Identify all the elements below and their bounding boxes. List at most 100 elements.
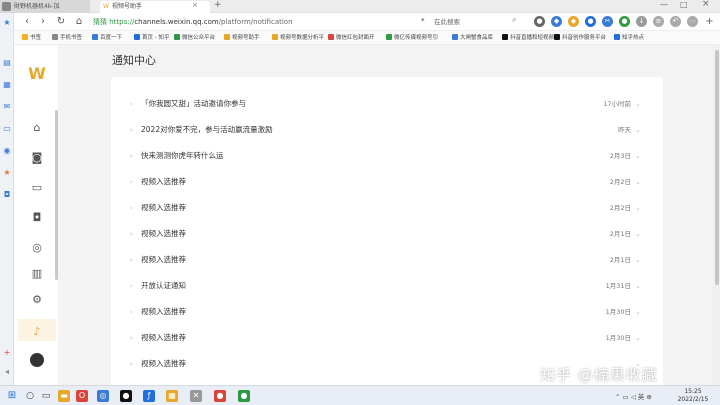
home-browser-icon[interactable]: ⌂: [72, 15, 86, 29]
rail-mail-icon[interactable]: ✉: [3, 103, 11, 111]
notification-row[interactable]: › 视频入选推荐 1月30日 ⌄: [111, 325, 663, 351]
bookmark-label: 微亿传媒视频号引: [394, 35, 439, 41]
notification-row[interactable]: › 快来测测你虎年转什么运 2月3日 ⌄: [111, 143, 663, 169]
bookmark-item[interactable]: 书签: [22, 33, 41, 43]
notification-row[interactable]: › 视频入选推荐 1月30日 ⌄: [111, 299, 663, 325]
bookmark-item[interactable]: 知乎热点: [614, 33, 644, 43]
bag-icon[interactable]: ◘: [30, 211, 44, 225]
rail-monitor-icon[interactable]: ▭: [3, 125, 11, 133]
chevron-down-icon[interactable]: ⌄: [635, 98, 641, 110]
reload-icon[interactable]: ↻: [54, 15, 68, 29]
grid-app-icon[interactable]: ✕: [190, 390, 202, 402]
download-icon[interactable]: ↓: [636, 16, 647, 27]
notification-row[interactable]: › 开放认证通知 1月31日 ⌄: [111, 273, 663, 299]
task-view-icon[interactable]: ▭: [40, 390, 52, 402]
rail-star-icon[interactable]: ★: [3, 19, 11, 27]
extension-icon[interactable]: ●: [534, 16, 545, 27]
shield-icon[interactable]: ●: [619, 16, 630, 27]
task-search-icon[interactable]: ○: [24, 390, 36, 402]
bookmark-item[interactable]: 百度一下: [92, 33, 122, 43]
screenshot-icon[interactable]: ✂: [602, 16, 613, 27]
wechat-icon[interactable]: ●: [238, 390, 250, 402]
rail-game-icon[interactable]: ◘: [3, 191, 11, 199]
window-tab[interactable]: 財野机器机4k-加: [0, 0, 90, 13]
forward-icon[interactable]: ›: [36, 15, 50, 29]
gear-icon[interactable]: ⚙: [30, 293, 44, 307]
bookmark-item[interactable]: 视频号助手: [224, 33, 260, 43]
bookmark-item[interactable]: 抖音创作服务平台: [554, 33, 606, 43]
maximize-icon[interactable]: □: [680, 0, 688, 9]
bookmark-item[interactable]: 视频号数据分析平: [272, 33, 324, 43]
chevron-down-icon[interactable]: ⌄: [635, 124, 641, 136]
gamepad-icon[interactable]: ◆: [568, 16, 579, 27]
rail-collapse-icon[interactable]: ◂: [3, 368, 11, 376]
tab-close-icon[interactable]: ×: [192, 1, 198, 9]
red-app-icon[interactable]: ●: [214, 390, 226, 402]
chevron-down-icon[interactable]: ⌄: [635, 332, 641, 344]
chevron-down-icon[interactable]: ⌄: [635, 150, 641, 162]
qq-icon[interactable]: ●: [120, 390, 132, 402]
profile-avatar[interactable]: [2, 2, 11, 11]
notification-row[interactable]: › 视频入选推荐 2月1日 ⌄: [111, 221, 663, 247]
page-scrollbar-thumb[interactable]: [715, 50, 719, 285]
search-input[interactable]: 在此搜索: [434, 16, 534, 28]
rail-add-icon[interactable]: +: [3, 349, 11, 357]
tiles-icon[interactable]: ▦: [166, 390, 178, 402]
notification-row[interactable]: › 视频入选推荐 2月1日 ⌄: [111, 247, 663, 273]
settings-icon[interactable]: ≡: [653, 16, 664, 27]
chart-icon[interactable]: ▥: [30, 267, 44, 281]
chevron-down-icon[interactable]: ⌄: [635, 254, 641, 266]
menu-icon[interactable]: ⋯: [687, 16, 698, 27]
search-engine-icon[interactable]: ▾: [421, 16, 425, 24]
rail-star2-icon[interactable]: ★: [3, 169, 11, 177]
notification-row[interactable]: › 「你我圆又甜」活动邀请你参与 17小时前 ⌄: [111, 91, 663, 117]
home-icon[interactable]: ⌂: [30, 121, 44, 135]
search-icon[interactable]: ⌕: [512, 15, 516, 25]
bookmark-item[interactable]: 手机书签: [52, 33, 82, 43]
rail-book-icon[interactable]: ▤: [3, 59, 11, 67]
chevron-down-icon[interactable]: ⌄: [635, 176, 641, 188]
user-avatar[interactable]: [30, 353, 44, 367]
chevron-down-icon[interactable]: ⌄: [635, 202, 641, 214]
url-field[interactable]: 猜猜 https://channels.weixin.qq.com/platfo…: [93, 16, 353, 28]
bell-icon[interactable]: ♪: [30, 325, 44, 339]
taskbar-clock[interactable]: 15:25 2022/2/15: [670, 388, 716, 404]
back-icon[interactable]: ‹: [20, 15, 34, 29]
new-tab-icon[interactable]: +: [214, 0, 222, 10]
notification-row[interactable]: › 视频入选推荐 2月2日 ⌄: [111, 169, 663, 195]
bookmark-item[interactable]: 抖音直播和短视频: [502, 33, 554, 43]
rail-chat-icon[interactable]: ◉: [3, 147, 11, 155]
bookmark-item[interactable]: 微信公众平台: [174, 33, 215, 43]
rail-doc-icon[interactable]: ▦: [3, 81, 11, 89]
explorer-icon[interactable]: ▬: [58, 390, 70, 402]
game-icon[interactable]: ◆: [551, 16, 562, 27]
bookmark-item[interactable]: 微信红包封面开: [328, 33, 375, 43]
bookmark-item[interactable]: 微亿传媒视频号引: [386, 33, 438, 43]
office-icon[interactable]: O: [76, 390, 88, 402]
system-tray[interactable]: ⌃ ▭ ◁ 英 ⊕: [615, 391, 652, 401]
undo-icon[interactable]: ↶: [670, 16, 681, 27]
notification-time: 1月31日: [605, 282, 631, 290]
secure-label: 猜猜: [93, 18, 107, 26]
bookmark-item[interactable]: 首页 - 知乎: [134, 33, 169, 43]
message-icon[interactable]: ▭: [30, 181, 44, 195]
notification-time: 2月1日: [609, 256, 631, 264]
camera-icon[interactable]: ◙: [30, 151, 44, 165]
add-icon[interactable]: +: [704, 16, 715, 27]
app-icon[interactable]: ƒ: [143, 390, 155, 402]
notification-row[interactable]: › 视频入选推荐 2月2日 ⌄: [111, 195, 663, 221]
notification-row[interactable]: › 2022对你爱不完，参与活动赢流量激励 昨天 ⌄: [111, 117, 663, 143]
start-icon[interactable]: ⊞: [6, 390, 18, 402]
translate-icon[interactable]: ●: [585, 16, 596, 27]
browser-tab-label: 视频号助手: [112, 3, 143, 10]
target-icon[interactable]: ◎: [30, 241, 44, 255]
browser-taskbar-icon[interactable]: ◎: [97, 390, 109, 402]
bookmark-item[interactable]: 大闸蟹食品库: [452, 33, 493, 43]
chevron-down-icon[interactable]: ⌄: [635, 306, 641, 318]
bookmark-label: 书签: [30, 35, 42, 41]
window-close-icon[interactable]: ×: [702, 0, 710, 9]
notification-time: 2月3日: [609, 152, 631, 160]
chevron-down-icon[interactable]: ⌄: [635, 228, 641, 240]
chevron-down-icon[interactable]: ⌄: [635, 280, 641, 292]
minimize-icon[interactable]: —: [660, 0, 668, 9]
